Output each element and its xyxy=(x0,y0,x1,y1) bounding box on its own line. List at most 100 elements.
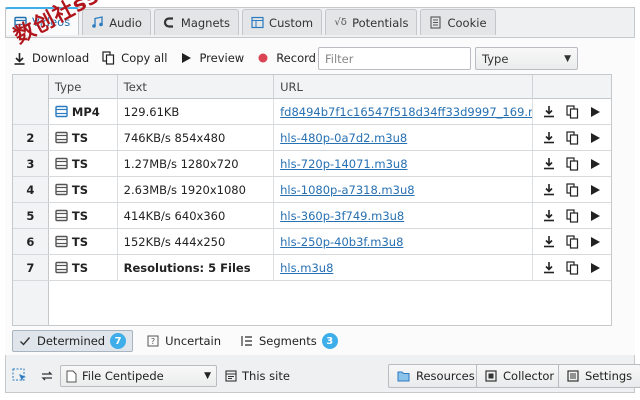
video-icon xyxy=(14,16,27,29)
collector-button[interactable]: Collector xyxy=(476,364,564,388)
row-url-cell: hls.m3u8 xyxy=(274,255,534,280)
copy-icon[interactable] xyxy=(566,156,579,171)
video-file-icon xyxy=(55,261,68,274)
column-header-index[interactable] xyxy=(13,75,49,99)
tab-bar: Videos Audio Magnets Custom √δ Potential… xyxy=(5,7,499,35)
play-icon[interactable] xyxy=(590,158,601,170)
copy-icon[interactable] xyxy=(566,260,579,275)
play-icon[interactable] xyxy=(590,106,601,118)
preview-button[interactable]: Preview xyxy=(179,51,244,65)
chevron-down-icon: ▼ xyxy=(564,53,571,64)
download-button[interactable]: Download xyxy=(12,51,89,65)
question-icon: ? xyxy=(147,335,159,347)
url-link[interactable]: hls.m3u8 xyxy=(280,261,333,275)
filter-input[interactable] xyxy=(318,47,471,70)
download-icon[interactable] xyxy=(543,183,555,196)
cookie-icon xyxy=(429,16,442,29)
play-icon[interactable] xyxy=(590,210,601,222)
play-icon[interactable] xyxy=(590,262,601,274)
check-icon xyxy=(19,335,31,347)
tab-cookie[interactable]: Cookie xyxy=(420,9,496,35)
row-url-cell: hls-480p-0a7d2.m3u8 xyxy=(274,125,534,150)
download-icon[interactable] xyxy=(543,105,555,118)
resources-button[interactable]: Resources xyxy=(388,364,484,388)
table-row[interactable]: 4 TS 2.63MB/s 1920x1080 hls-1080p-a7318.m3u… xyxy=(13,177,611,203)
tab-segments[interactable]: Segments 3 xyxy=(235,330,344,352)
table-body: MP4 129.61KB fd8494b7f1c16547f518d34ff33d9… xyxy=(13,99,611,281)
type-label: TS xyxy=(71,208,89,223)
video-file-icon xyxy=(55,131,68,144)
table-header: Type Text URL xyxy=(13,75,611,99)
table-row[interactable]: 2 TS 746KB/s 854x480 hls-480p-0a7d2.m3u8 xyxy=(13,125,611,151)
table-row[interactable]: MP4 129.61KB fd8494b7f1c16547f518d34ff33d9… xyxy=(13,99,611,125)
table-row[interactable]: 7 TS Resolutions: 5 Files hls.m3u8 xyxy=(13,255,611,281)
download-icon[interactable] xyxy=(543,209,555,222)
url-link[interactable]: hls-360p-3f749.m3u8 xyxy=(280,209,404,223)
magnet-icon xyxy=(163,16,176,29)
determined-count-badge: 7 xyxy=(110,333,127,349)
tab-potentials[interactable]: √δ Potentials xyxy=(325,9,418,35)
row-actions xyxy=(533,151,611,176)
tab-magnets[interactable]: Magnets xyxy=(153,9,240,35)
table-row[interactable]: 3 TS 1.27MB/s 1280x720 hls-720p-14071.m3u8 xyxy=(13,151,611,177)
swap-icon[interactable] xyxy=(40,369,54,383)
row-url-cell: fd8494b7f1c16547f518d34ff33d9997_169.mp4 xyxy=(274,99,534,124)
record-button[interactable]: Record xyxy=(256,51,316,65)
tab-determined[interactable]: Determined 7 xyxy=(12,330,134,352)
row-actions xyxy=(533,203,611,228)
row-url-cell: hls-720p-14071.m3u8 xyxy=(274,151,534,176)
play-icon[interactable] xyxy=(590,236,601,248)
type-label: TS xyxy=(71,260,89,275)
tab-audio[interactable]: Audio xyxy=(82,9,151,35)
url-link[interactable]: hls-720p-14071.m3u8 xyxy=(280,157,407,171)
download-icon xyxy=(12,51,26,65)
column-header-url[interactable]: URL xyxy=(274,75,534,99)
table-row[interactable]: 5 TS 414KB/s 640x360 hls-360p-3f749.m3u8 xyxy=(13,203,611,229)
tab-custom[interactable]: Custom xyxy=(242,9,323,35)
folder-icon xyxy=(397,371,410,382)
video-file-icon xyxy=(55,209,68,222)
row-url-cell: hls-1080p-a7318.m3u8 xyxy=(274,177,534,202)
download-icon[interactable] xyxy=(543,261,555,274)
download-icon[interactable] xyxy=(543,235,555,248)
copy-icon[interactable] xyxy=(566,104,579,119)
url-link[interactable]: fd8494b7f1c16547f518d34ff33d9997_169.mp4 xyxy=(280,105,532,119)
bottom-tab-bar: Determined 7 ? Uncertain Segments 3 xyxy=(12,330,352,352)
tab-uncertain[interactable]: ? Uncertain xyxy=(141,330,227,352)
video-file-icon xyxy=(55,105,68,118)
row-gutter xyxy=(13,281,49,325)
copy-icon[interactable] xyxy=(566,130,579,145)
play-icon[interactable] xyxy=(590,132,601,144)
resources-table: Type Text URL MP4 129.61KB fd8494b7f1c1654… xyxy=(12,74,612,326)
copy-icon[interactable] xyxy=(566,234,579,249)
url-link[interactable]: hls-1080p-a7318.m3u8 xyxy=(280,183,414,197)
row-actions xyxy=(533,229,611,254)
row-type: TS xyxy=(49,177,118,202)
tab-videos[interactable]: Videos xyxy=(5,7,80,35)
url-link[interactable]: hls-250p-40b3f.m3u8 xyxy=(280,235,403,249)
collector-icon xyxy=(485,370,497,382)
type-label: TS xyxy=(71,156,89,171)
download-icon[interactable] xyxy=(543,131,555,144)
play-icon[interactable] xyxy=(590,184,601,196)
record-icon xyxy=(256,51,270,65)
copy-icon[interactable] xyxy=(566,208,579,223)
downloader-select[interactable]: File Centipede ▼ xyxy=(60,365,217,387)
row-number: 5 xyxy=(13,203,49,228)
column-header-text[interactable]: Text xyxy=(118,75,275,99)
play-icon xyxy=(179,51,193,65)
url-link[interactable]: hls-480p-0a7d2.m3u8 xyxy=(280,131,407,145)
tab-label: Audio xyxy=(109,15,142,30)
type-select[interactable]: Type ▼ xyxy=(475,47,578,70)
copy-icon[interactable] xyxy=(566,182,579,197)
copy-all-button[interactable]: Copy all xyxy=(101,51,167,65)
chevron-down-icon: ▼ xyxy=(204,371,211,381)
column-header-type[interactable]: Type xyxy=(49,75,118,99)
svg-text:?: ? xyxy=(151,337,155,346)
pick-element-icon[interactable] xyxy=(12,368,28,384)
row-text: 152KB/s 444x250 xyxy=(118,229,275,254)
settings-button[interactable]: Settings xyxy=(558,364,640,388)
table-row[interactable]: 6 TS 152KB/s 444x250 hls-250p-40b3f.m3u8 xyxy=(13,229,611,255)
this-site-toggle[interactable]: This site xyxy=(225,369,290,383)
download-icon[interactable] xyxy=(543,157,555,170)
